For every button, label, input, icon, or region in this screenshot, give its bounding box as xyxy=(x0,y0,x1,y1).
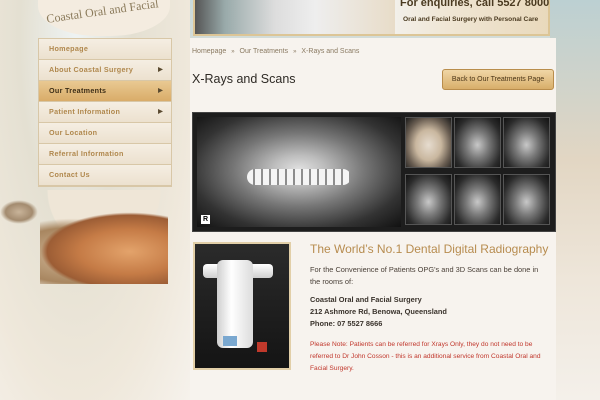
xray-thumb xyxy=(454,174,501,225)
sidebar-item-label: Contact Us xyxy=(49,170,90,179)
sidebar-item-label: Referral Information xyxy=(49,149,124,158)
breadcrumb-separator: » xyxy=(293,49,297,55)
sidebar-item-label: Patient Information xyxy=(49,107,121,116)
shell-image xyxy=(0,200,38,224)
sidebar-item-contact[interactable]: Contact Us xyxy=(39,165,171,186)
practice-name: Coastal Oral and Facial Surgery xyxy=(310,295,422,304)
breadcrumb: Homepage » Our Treatments » X-Rays and S… xyxy=(192,48,359,55)
enquiry-phone: For enquiries, call 5527 8000 xyxy=(400,0,550,9)
sidebar-item-label: Our Location xyxy=(49,128,98,137)
practice-address: 212 Ashmore Rd, Benowa, Queensland xyxy=(310,307,447,316)
sidebar-item-homepage[interactable]: Homepage xyxy=(39,39,171,60)
arrow-right-icon: ▶ xyxy=(158,109,163,115)
sidebar-item-label: Homepage xyxy=(49,44,89,53)
device-body xyxy=(217,260,253,348)
sidebar-item-location[interactable]: Our Location xyxy=(39,123,171,144)
referral-note: Please Note: Patients can be referred fo… xyxy=(310,341,541,372)
xray-thumb xyxy=(503,117,550,168)
xray-thumb xyxy=(503,174,550,225)
address-block: Coastal Oral and Facial Surgery 212 Ashm… xyxy=(310,294,548,330)
sidebar-item-label: About Coastal Surgery xyxy=(49,65,134,74)
practice-phone: Phone: 07 5527 8666 xyxy=(310,319,383,328)
xray-thumb xyxy=(405,174,452,225)
xray-teeth xyxy=(247,169,351,185)
device-logo xyxy=(257,342,267,352)
sidebar-item-treatments[interactable]: Our Treatments ▶ xyxy=(39,81,171,102)
banner-tagline: Oral and Facial Surgery with Personal Ca… xyxy=(403,16,539,23)
arrow-right-icon: ▶ xyxy=(158,88,163,94)
intro-text: For the Convenience of Patients OPG's an… xyxy=(310,265,539,286)
xray-thumb-3d xyxy=(405,117,452,168)
breadcrumb-current: X-Rays and Scans xyxy=(301,48,360,55)
sidebar-item-referral[interactable]: Referral Information xyxy=(39,144,171,165)
xray-image: R xyxy=(192,112,556,232)
beach-background-right xyxy=(550,0,600,400)
arrow-right-icon: ▶ xyxy=(158,67,163,73)
back-to-treatments-button[interactable]: Back to Our Treatments Page xyxy=(442,69,554,90)
breadcrumb-link-treatments[interactable]: Our Treatments xyxy=(240,48,289,55)
sidebar-item-patient-info[interactable]: Patient Information ▶ xyxy=(39,102,171,123)
page-title: X-Rays and Scans xyxy=(192,72,296,86)
sidebar-item-label: Our Treatments xyxy=(49,86,107,95)
sidebar-item-about[interactable]: About Coastal Surgery ▶ xyxy=(39,60,171,81)
section-heading: The World’s No.1 Dental Digital Radiogra… xyxy=(310,242,549,256)
xray-thumb xyxy=(454,117,501,168)
logo-text: Coastal Oral and Facial xyxy=(45,0,160,26)
main-content: Homepage » Our Treatments » X-Rays and S… xyxy=(190,38,556,400)
device-screen xyxy=(223,336,237,346)
xray-marker: R xyxy=(201,215,210,224)
header-banner: For enquiries, call 5527 8000 Oral and F… xyxy=(193,0,550,36)
banner-photo xyxy=(195,0,395,34)
seashell-image xyxy=(40,212,168,284)
radiography-device-image xyxy=(193,242,291,370)
sidebar-nav: Homepage About Coastal Surgery ▶ Our Tre… xyxy=(38,38,172,187)
breadcrumb-link-home[interactable]: Homepage xyxy=(192,48,226,55)
breadcrumb-separator: » xyxy=(231,49,235,55)
panoramic-xray: R xyxy=(197,117,401,227)
